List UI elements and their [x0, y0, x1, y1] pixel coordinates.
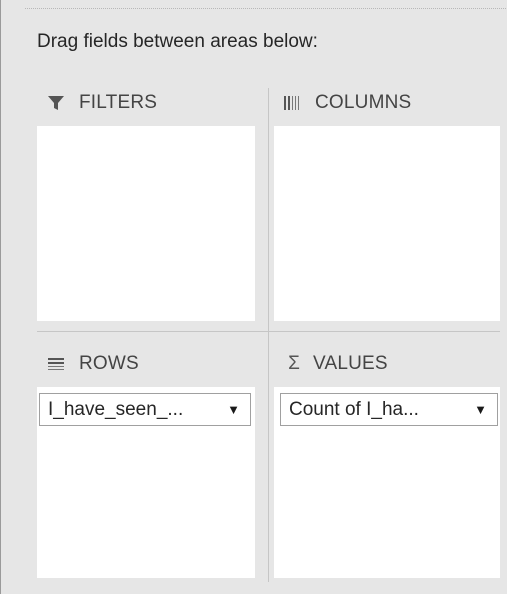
- rows-field-item[interactable]: I_have_seen_... ▼: [39, 393, 251, 426]
- filters-drop-area[interactable]: [37, 126, 255, 321]
- vertical-divider: [268, 88, 269, 582]
- values-label: VALUES: [313, 353, 388, 374]
- values-header: Σ VALUES: [285, 352, 388, 376]
- rows-label: ROWS: [79, 353, 139, 374]
- columns-icon: [281, 92, 303, 114]
- top-divider: [25, 8, 507, 9]
- rows-field-label: I_have_seen_...: [48, 398, 184, 420]
- horizontal-divider: [37, 331, 500, 332]
- values-field-label: Count of I_ha...: [289, 398, 419, 420]
- rows-icon: [45, 353, 67, 375]
- values-drop-area[interactable]: Count of I_ha... ▼: [274, 387, 500, 578]
- dropdown-arrow-icon[interactable]: ▼: [474, 402, 487, 417]
- columns-label: COLUMNS: [315, 92, 412, 113]
- columns-header: COLUMNS: [281, 91, 411, 115]
- values-field-item[interactable]: Count of I_ha... ▼: [280, 393, 498, 426]
- sigma-icon: Σ: [288, 353, 300, 374]
- columns-drop-area[interactable]: [274, 126, 500, 321]
- pivot-field-areas-pane: Drag fields between areas below: FILTERS…: [0, 0, 507, 594]
- filters-header: FILTERS: [45, 91, 157, 115]
- rows-header: ROWS: [45, 352, 139, 376]
- drag-instruction: Drag fields between areas below:: [37, 31, 318, 52]
- rows-drop-area[interactable]: I_have_seen_... ▼: [37, 387, 255, 578]
- filters-label: FILTERS: [79, 92, 158, 113]
- dropdown-arrow-icon[interactable]: ▼: [227, 402, 240, 417]
- filter-icon: [45, 92, 67, 114]
